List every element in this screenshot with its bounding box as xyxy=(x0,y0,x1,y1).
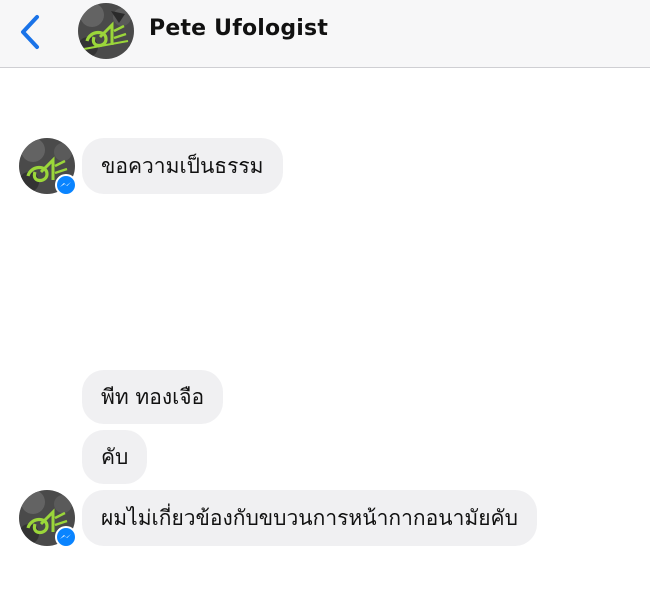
message-text: พีท ทองเจือ xyxy=(101,384,205,409)
message-bubble[interactable]: ขอความเป็นธรรม xyxy=(82,138,283,194)
chevron-left-icon xyxy=(21,15,39,49)
conversation-header: Pete Ufologist xyxy=(0,0,650,68)
message-bubble[interactable]: คับ xyxy=(82,430,148,484)
message-bubble[interactable]: พีท ทองเจือ xyxy=(82,370,224,424)
messenger-icon xyxy=(55,174,77,196)
sender-avatar[interactable] xyxy=(19,490,77,548)
message-text: คับ xyxy=(101,444,129,469)
message-bubble[interactable]: ผมไม่เกี่ยวข้องกับขบวนการหน้ากากอนามัยคั… xyxy=(82,490,537,546)
messenger-icon xyxy=(55,526,77,548)
message-text: ผมไม่เกี่ยวข้องกับขบวนการหน้ากากอนามัยคั… xyxy=(101,505,518,530)
back-button[interactable] xyxy=(12,12,48,52)
contact-avatar[interactable] xyxy=(78,3,134,59)
message-text: ขอความเป็นธรรม xyxy=(101,153,264,178)
sender-avatar[interactable] xyxy=(19,138,77,196)
contact-name[interactable]: Pete Ufologist xyxy=(149,16,328,41)
avatar-logo-image xyxy=(78,3,134,59)
